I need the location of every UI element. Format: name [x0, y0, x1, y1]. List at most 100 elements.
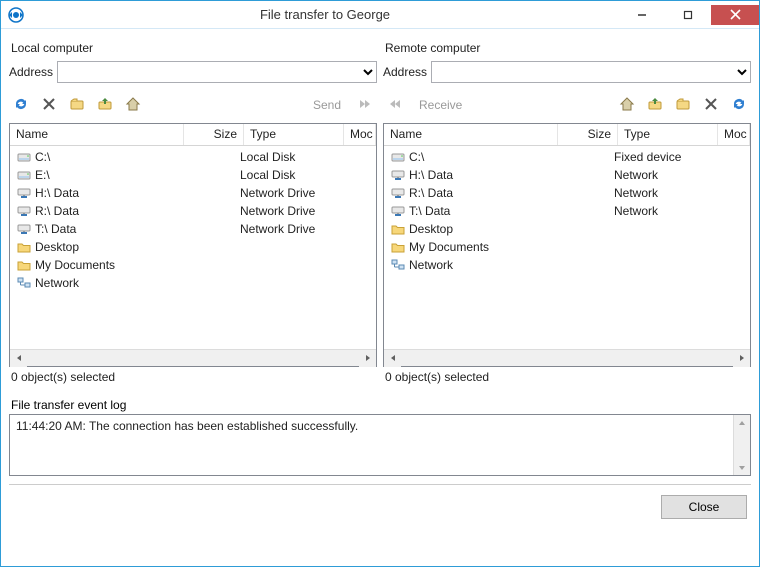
netdrive-icon	[16, 203, 32, 219]
item-name: T:\ Data	[35, 222, 76, 236]
scroll-left-icon[interactable]	[10, 350, 27, 367]
item-type: Network Drive	[240, 204, 340, 218]
scroll-down-icon[interactable]	[735, 460, 750, 475]
list-item[interactable]: T:\ DataNetwork	[384, 202, 750, 220]
local-new-folder-button[interactable]	[65, 93, 89, 117]
item-name: Desktop	[409, 222, 453, 236]
new-folder-icon	[69, 96, 85, 115]
item-name: E:\	[35, 168, 50, 182]
folder-up-icon	[647, 96, 663, 115]
remote-address-select[interactable]	[431, 61, 751, 83]
content-area: Local computer Address	[1, 29, 759, 566]
remote-delete-button[interactable]	[699, 93, 723, 117]
item-name: C:\	[35, 150, 50, 164]
remote-receive-icon-button[interactable]	[383, 93, 407, 117]
remote-receive-button[interactable]: Receive	[411, 93, 470, 117]
window-close-button[interactable]	[711, 5, 759, 25]
scroll-right-icon[interactable]	[359, 350, 376, 367]
remote-col-size[interactable]: Size	[558, 124, 618, 145]
list-item[interactable]: C:\Local Disk	[10, 148, 376, 166]
panes: Local computer Address	[9, 37, 751, 390]
disk-icon	[16, 149, 32, 165]
remote-list-body[interactable]: C:\Fixed deviceH:\ DataNetworkR:\ DataNe…	[384, 146, 750, 349]
remote-address-row: Address	[383, 57, 751, 89]
folder-desktop-icon	[16, 239, 32, 255]
log-entry: 11:44:20 AM: The connection has been est…	[16, 419, 727, 433]
delete-icon	[41, 96, 57, 115]
local-parent-folder-button[interactable]	[93, 93, 117, 117]
app-icon	[7, 6, 25, 24]
home-icon	[125, 96, 141, 115]
list-item[interactable]: T:\ DataNetwork Drive	[10, 220, 376, 238]
list-item[interactable]: Network	[10, 274, 376, 292]
remote-col-mod[interactable]: Moc	[718, 124, 750, 145]
local-send-icon-button[interactable]	[353, 93, 377, 117]
list-item[interactable]: Desktop	[10, 238, 376, 256]
item-name: My Documents	[409, 240, 489, 254]
file-transfer-window: File transfer to George Local computer A…	[0, 0, 760, 567]
window-maximize-button[interactable]	[665, 5, 711, 25]
list-item[interactable]: H:\ DataNetwork Drive	[10, 184, 376, 202]
scroll-up-icon[interactable]	[735, 415, 750, 430]
folder-desktop-icon	[390, 221, 406, 237]
close-button[interactable]: Close	[661, 495, 747, 519]
list-item[interactable]: R:\ DataNetwork	[384, 184, 750, 202]
remote-col-name[interactable]: Name	[384, 124, 558, 145]
log-box: 11:44:20 AM: The connection has been est…	[9, 414, 751, 476]
log-vscrollbar[interactable]	[733, 415, 750, 475]
remote-parent-folder-button[interactable]	[643, 93, 667, 117]
titlebar: File transfer to George	[1, 1, 759, 29]
item-type: Local Disk	[240, 168, 340, 182]
disk-icon	[16, 167, 32, 183]
item-name: Desktop	[35, 240, 79, 254]
list-item[interactable]: E:\ Local Disk	[10, 166, 376, 184]
remote-home-button[interactable]	[615, 93, 639, 117]
window-minimize-button[interactable]	[619, 5, 665, 25]
local-col-size[interactable]: Size	[184, 124, 244, 145]
list-item[interactable]: R:\ DataNetwork Drive	[10, 202, 376, 220]
local-hscrollbar[interactable]	[10, 349, 376, 366]
remote-panel-label: Remote computer	[383, 37, 751, 57]
list-item[interactable]: C:\Fixed device	[384, 148, 750, 166]
item-name: R:\ Data	[409, 186, 453, 200]
window-title: File transfer to George	[31, 7, 619, 22]
local-file-list: Name Size Type Moc C:\Local Disk E:\ Local…	[9, 123, 377, 367]
network-icon	[390, 257, 406, 273]
item-name: My Documents	[35, 258, 115, 272]
remote-new-folder-button[interactable]	[671, 93, 695, 117]
list-item[interactable]: H:\ DataNetwork	[384, 166, 750, 184]
scroll-left-icon[interactable]	[384, 350, 401, 367]
remote-status: 0 object(s) selected	[383, 367, 751, 390]
item-name: Network	[409, 258, 453, 272]
remote-hscrollbar[interactable]	[384, 349, 750, 366]
local-send-button[interactable]: Send	[305, 93, 349, 117]
local-col-name[interactable]: Name	[10, 124, 184, 145]
local-refresh-button[interactable]	[9, 93, 33, 117]
local-col-type[interactable]: Type	[244, 124, 344, 145]
local-pane: Local computer Address	[9, 37, 377, 390]
local-address-select[interactable]	[57, 61, 377, 83]
list-item[interactable]: My Documents	[10, 256, 376, 274]
footer: Close	[9, 495, 751, 523]
list-item[interactable]: Desktop	[384, 220, 750, 238]
refresh-icon	[730, 95, 748, 116]
local-toolbar: Send	[9, 89, 377, 123]
local-delete-button[interactable]	[37, 93, 61, 117]
local-status: 0 object(s) selected	[9, 367, 377, 390]
network-icon	[16, 275, 32, 291]
remote-refresh-button[interactable]	[727, 93, 751, 117]
send-arrow-icon	[357, 96, 373, 115]
list-item[interactable]: Network	[384, 256, 750, 274]
netdrive-icon	[390, 167, 406, 183]
item-name: H:\ Data	[409, 168, 453, 182]
scroll-right-icon[interactable]	[733, 350, 750, 367]
list-item[interactable]: My Documents	[384, 238, 750, 256]
local-home-button[interactable]	[121, 93, 145, 117]
local-col-mod[interactable]: Moc	[344, 124, 376, 145]
remote-pane: Remote computer Address Receive	[383, 37, 751, 390]
folder-docs-icon	[390, 239, 406, 255]
folder-up-icon	[97, 96, 113, 115]
local-list-body[interactable]: C:\Local Disk E:\ Local Disk H:\ DataNetwor…	[10, 146, 376, 349]
new-folder-icon	[675, 96, 691, 115]
remote-col-type[interactable]: Type	[618, 124, 718, 145]
